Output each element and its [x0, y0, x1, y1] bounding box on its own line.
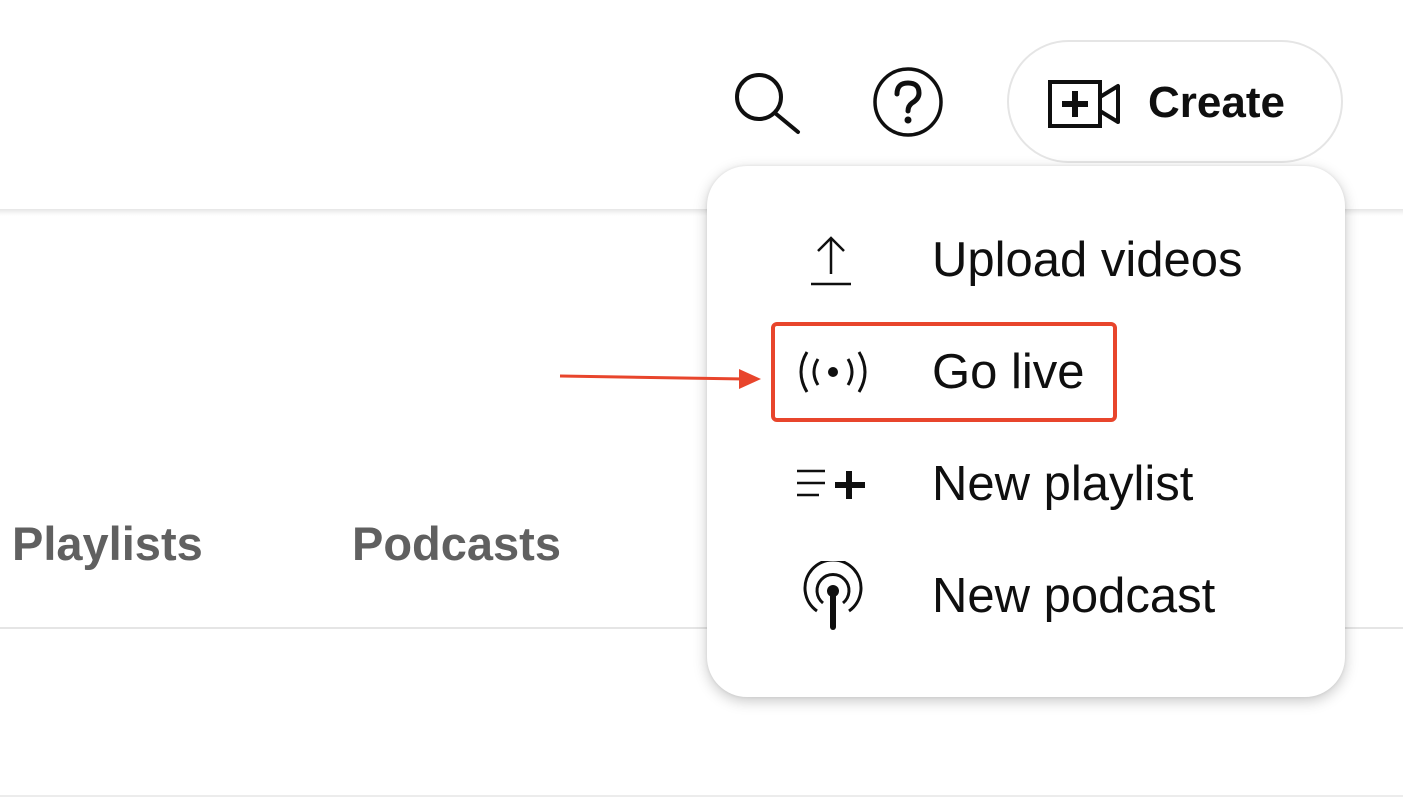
menu-item-label: New podcast	[932, 569, 1216, 623]
menu-item-label: Upload videos	[932, 233, 1243, 287]
podcast-icon	[803, 561, 863, 630]
playlist-add-icon	[797, 469, 865, 499]
search-icon	[735, 73, 800, 134]
page: Create Playlists Podcasts Upload videos …	[0, 0, 1403, 797]
menu-item-label: New playlist	[932, 457, 1194, 511]
create-button[interactable]: Create	[1007, 40, 1343, 163]
create-button-label: Create	[1148, 78, 1285, 127]
video-plus-icon	[1048, 80, 1120, 128]
highlight-box	[771, 322, 1117, 422]
menu-item-new-playlist[interactable]: New playlist	[707, 434, 1345, 534]
pointer-arrow	[559, 369, 761, 389]
tab-playlists[interactable]: Playlists	[12, 514, 203, 574]
menu-item-new-podcast[interactable]: New podcast	[707, 546, 1345, 646]
help-button[interactable]	[868, 66, 948, 138]
menu-item-upload-videos[interactable]: Upload videos	[707, 210, 1345, 310]
tab-podcasts[interactable]: Podcasts	[352, 514, 561, 574]
help-icon	[873, 67, 943, 137]
search-button[interactable]	[728, 66, 804, 138]
upload-icon	[811, 236, 851, 286]
